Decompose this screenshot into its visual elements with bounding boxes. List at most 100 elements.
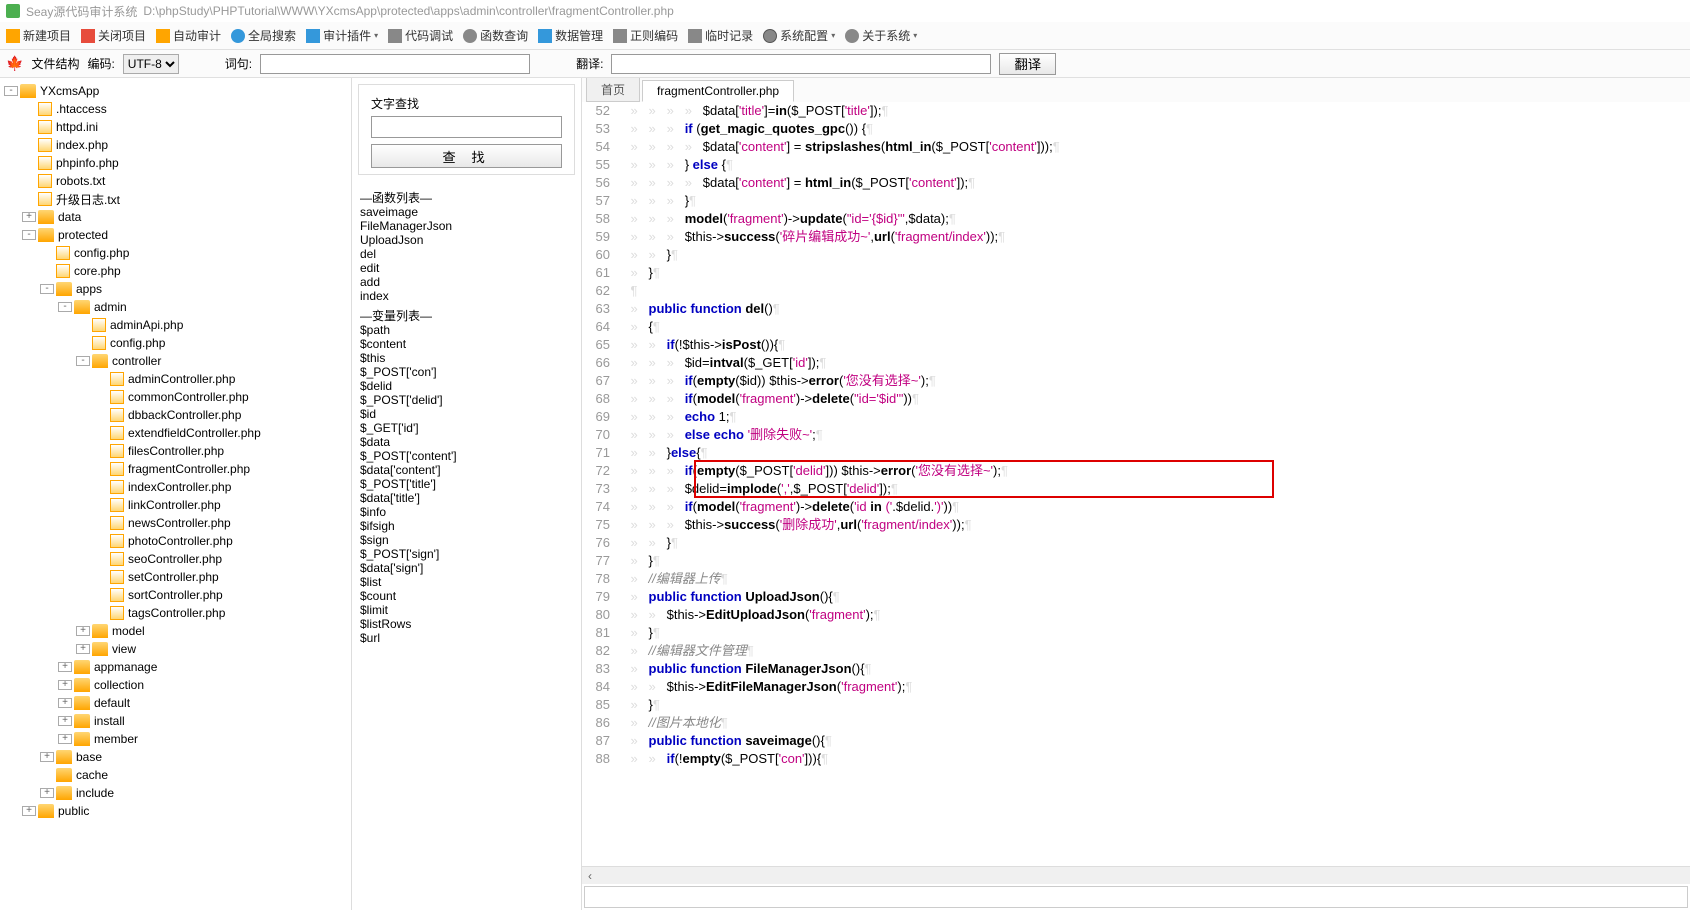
var-item[interactable]: $count [360,589,573,603]
toolbar-全局搜索[interactable]: 全局搜索 [231,27,296,44]
expand-icon[interactable]: - [4,86,18,96]
toolbar-代码调试[interactable]: 代码调试 [388,27,453,44]
tree-item[interactable]: photoController.php [0,532,351,550]
expand-icon[interactable]: + [58,716,72,726]
tree-item[interactable]: extendfieldController.php [0,424,351,442]
tree-item[interactable]: index.php [0,136,351,154]
expand-icon[interactable]: + [58,680,72,690]
expand-icon[interactable]: + [58,734,72,744]
tree-item[interactable]: dbbackController.php [0,406,351,424]
search-input[interactable] [371,116,562,138]
func-item[interactable]: del [360,247,573,261]
code-content[interactable]: » » » » $data['title']=in($_POST['title'… [616,102,1690,866]
var-item[interactable]: $path [360,323,573,337]
tree-item[interactable]: -controller [0,352,351,370]
tree-item[interactable]: httpd.ini [0,118,351,136]
tree-item[interactable]: +appmanage [0,658,351,676]
expand-icon[interactable]: - [22,230,36,240]
func-item[interactable]: add [360,275,573,289]
tree-item[interactable]: 升级日志.txt [0,190,351,208]
toolbar-审计插件[interactable]: 审计插件▾ [306,27,378,44]
var-item[interactable]: $content [360,337,573,351]
expand-icon[interactable]: + [22,212,36,222]
tree-item[interactable]: adminApi.php [0,316,351,334]
expand-icon[interactable]: + [40,788,54,798]
tree-item[interactable]: sortController.php [0,586,351,604]
tree-item[interactable]: -admin [0,298,351,316]
var-item[interactable]: $data [360,435,573,449]
var-item[interactable]: $_POST['content'] [360,449,573,463]
tree-item[interactable]: +collection [0,676,351,694]
var-item[interactable]: $delid [360,379,573,393]
var-item[interactable]: $_POST['con'] [360,365,573,379]
func-item[interactable]: FileManagerJson [360,219,573,233]
expand-icon[interactable]: + [40,752,54,762]
expand-icon[interactable]: + [58,698,72,708]
func-item[interactable]: index [360,289,573,303]
tree-item[interactable]: +data [0,208,351,226]
word-input[interactable] [260,54,530,74]
tree-item[interactable]: indexController.php [0,478,351,496]
func-item[interactable]: saveimage [360,205,573,219]
code-editor[interactable]: 5253545556575859606162636465666768697071… [582,102,1690,866]
tree-item[interactable]: -YXcmsApp [0,82,351,100]
tree-item[interactable]: .htaccess [0,100,351,118]
expand-icon[interactable]: - [76,356,90,366]
var-item[interactable]: $_POST['delid'] [360,393,573,407]
var-item[interactable]: $this [360,351,573,365]
search-button[interactable]: 查 找 [371,144,562,168]
tree-item[interactable]: config.php [0,244,351,262]
h-scrollbar[interactable]: ‹ [582,866,1690,884]
tree-item[interactable]: config.php [0,334,351,352]
tree-item[interactable]: fragmentController.php [0,460,351,478]
status-input[interactable] [584,886,1688,908]
var-item[interactable]: $data['sign'] [360,561,573,575]
var-item[interactable]: $url [360,631,573,645]
toolbar-自动审计[interactable]: 自动审计 [156,27,221,44]
toolbar-临时记录[interactable]: 临时记录 [688,27,753,44]
var-item[interactable]: $_POST['sign'] [360,547,573,561]
tab-home[interactable]: 首页 [586,78,640,102]
tree-item[interactable]: seoController.php [0,550,351,568]
expand-icon[interactable]: + [58,662,72,672]
var-item[interactable]: $listRows [360,617,573,631]
var-item[interactable]: $sign [360,533,573,547]
expand-icon[interactable]: + [76,626,90,636]
tree-item[interactable]: +public [0,802,351,820]
tree-item[interactable]: setController.php [0,568,351,586]
var-item[interactable]: $limit [360,603,573,617]
expand-icon[interactable]: - [58,302,72,312]
tree-item[interactable]: filesController.php [0,442,351,460]
tree-item[interactable]: +install [0,712,351,730]
tree-item[interactable]: +view [0,640,351,658]
tree-item[interactable]: +model [0,622,351,640]
var-item[interactable]: $data['content'] [360,463,573,477]
var-item[interactable]: $ifsigh [360,519,573,533]
var-item[interactable]: $_GET['id'] [360,421,573,435]
tree-item[interactable]: +default [0,694,351,712]
symbol-list[interactable]: —函数列表—saveimageFileManagerJsonUploadJson… [352,181,581,910]
tree-item[interactable]: +base [0,748,351,766]
var-item[interactable]: $info [360,505,573,519]
tree-item[interactable]: phpinfo.php [0,154,351,172]
tree-item[interactable]: adminController.php [0,370,351,388]
toolbar-数据管理[interactable]: 数据管理 [538,27,603,44]
tree-item[interactable]: newsController.php [0,514,351,532]
tree-item[interactable]: core.php [0,262,351,280]
func-item[interactable]: UploadJson [360,233,573,247]
func-item[interactable]: edit [360,261,573,275]
tree-item[interactable]: +include [0,784,351,802]
expand-icon[interactable]: - [40,284,54,294]
tree-item[interactable]: -apps [0,280,351,298]
translate-input[interactable] [611,54,991,74]
encoding-select[interactable]: UTF-8 [123,54,179,74]
toolbar-正则编码[interactable]: 正则编码 [613,27,678,44]
toolbar-关闭项目[interactable]: 关闭项目 [81,27,146,44]
var-item[interactable]: $_POST['title'] [360,477,573,491]
tree-item[interactable]: commonController.php [0,388,351,406]
tree-item[interactable]: tagsController.php [0,604,351,622]
var-item[interactable]: $id [360,407,573,421]
toolbar-新建项目[interactable]: 新建项目 [6,27,71,44]
var-item[interactable]: $list [360,575,573,589]
tree-item[interactable]: robots.txt [0,172,351,190]
